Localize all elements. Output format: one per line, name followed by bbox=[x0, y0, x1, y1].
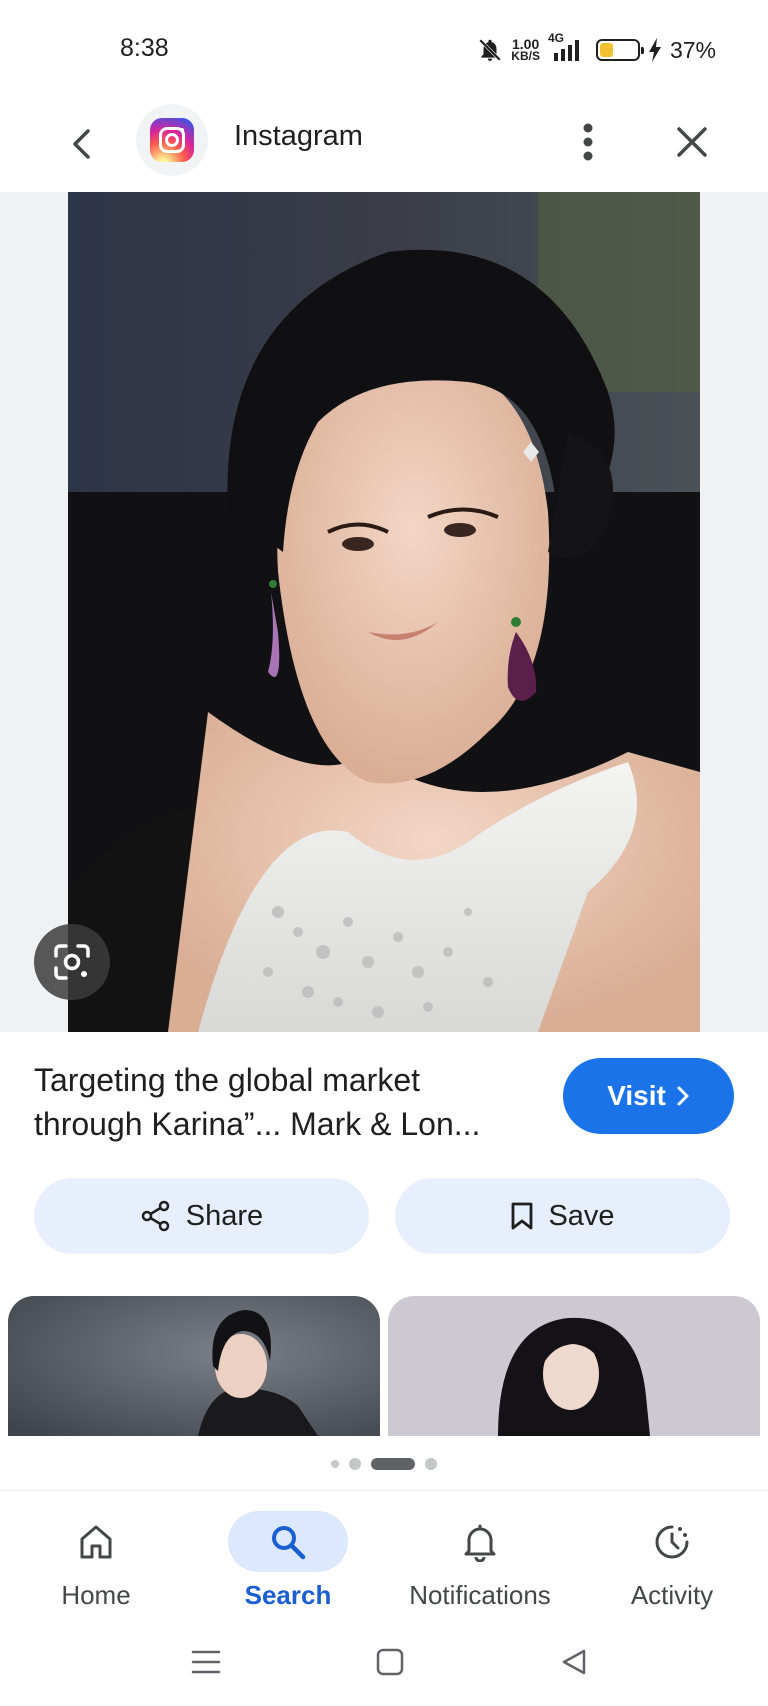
google-lens-button[interactable] bbox=[34, 924, 110, 1000]
pagination-dots bbox=[0, 1456, 768, 1472]
nav-home-label: Home bbox=[61, 1580, 131, 1610]
pagination-dot bbox=[371, 1458, 415, 1470]
bottom-navigation: Home Search Notifications Activity bbox=[0, 1490, 768, 1616]
nav-home[interactable]: Home bbox=[0, 1501, 192, 1611]
page: 8:38 1.00 KB/S 4G 37% Instagram Targetin… bbox=[0, 0, 768, 1706]
visit-label: Visit bbox=[607, 1080, 666, 1111]
bookmark-icon bbox=[512, 1202, 533, 1230]
more-options-button[interactable] bbox=[564, 114, 612, 170]
search-icon bbox=[272, 1525, 306, 1559]
instagram-logo bbox=[150, 118, 194, 162]
signal-icon: 4G bbox=[548, 31, 588, 63]
back-arrow-icon bbox=[73, 129, 90, 159]
close-button[interactable] bbox=[666, 114, 718, 170]
battery-icon bbox=[595, 39, 644, 61]
main-image[interactable] bbox=[68, 192, 700, 1032]
battery-fill bbox=[599, 43, 614, 57]
back-button[interactable] bbox=[56, 118, 108, 170]
related-image-2[interactable] bbox=[388, 1296, 760, 1436]
net-speed-unit: KB/S bbox=[511, 49, 540, 63]
result-header: Instagram bbox=[0, 96, 768, 192]
nav-activity[interactable]: Activity bbox=[576, 1501, 768, 1611]
nav-notifications-label: Notifications bbox=[409, 1580, 551, 1610]
menu-icon bbox=[191, 1650, 221, 1674]
pagination-dot bbox=[331, 1460, 339, 1468]
status-icons: 1.00 KB/S 4G 37% bbox=[477, 30, 716, 70]
nav-search[interactable]: Search bbox=[192, 1501, 384, 1611]
close-icon bbox=[677, 127, 707, 157]
site-name[interactable]: Instagram bbox=[234, 120, 363, 153]
bell-off-icon bbox=[479, 39, 502, 61]
related-image-1[interactable] bbox=[8, 1296, 380, 1436]
system-navigation-bar bbox=[0, 1616, 768, 1706]
visit-button[interactable]: Visit bbox=[563, 1058, 734, 1134]
chevron-right-icon bbox=[677, 1086, 689, 1106]
share-label: Share bbox=[185, 1199, 264, 1232]
status-time: 8:38 bbox=[120, 34, 169, 62]
pagination-dot bbox=[349, 1458, 361, 1470]
more-vert-icon bbox=[583, 123, 593, 161]
share-button[interactable]: Share bbox=[34, 1178, 369, 1254]
bell-icon bbox=[464, 1524, 496, 1562]
square-icon bbox=[376, 1648, 404, 1676]
activity-icon bbox=[655, 1525, 689, 1558]
nav-notifications[interactable]: Notifications bbox=[384, 1501, 576, 1611]
home-button[interactable] bbox=[366, 1638, 414, 1686]
charging-bolt-icon bbox=[648, 38, 661, 62]
system-back-button[interactable] bbox=[550, 1638, 598, 1686]
save-button[interactable]: Save bbox=[395, 1178, 730, 1254]
save-label: Save bbox=[548, 1199, 615, 1232]
lens-icon bbox=[54, 944, 90, 980]
nav-search-label: Search bbox=[244, 1580, 332, 1610]
net-speed: 1.00 KB/S bbox=[511, 37, 540, 63]
triangle-back-icon bbox=[562, 1649, 586, 1675]
share-icon bbox=[141, 1200, 170, 1232]
image-preview-area bbox=[0, 192, 768, 1032]
recent-apps-button[interactable] bbox=[182, 1638, 230, 1686]
result-title[interactable]: Targeting the global market through Kari… bbox=[34, 1058, 524, 1146]
pagination-dot bbox=[425, 1458, 437, 1470]
battery-percent: 37% bbox=[669, 36, 716, 63]
nav-activity-label: Activity bbox=[630, 1580, 714, 1610]
site-avatar[interactable] bbox=[136, 104, 208, 176]
status-bar: 8:38 1.00 KB/S 4G 37% bbox=[0, 0, 768, 96]
home-icon bbox=[80, 1525, 112, 1558]
